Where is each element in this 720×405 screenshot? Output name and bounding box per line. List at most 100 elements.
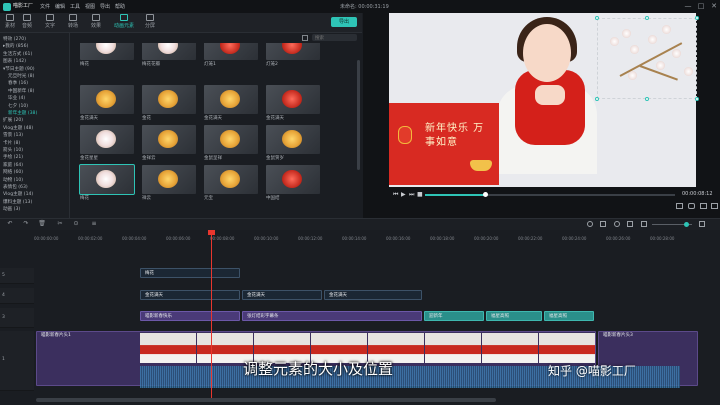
resize-handle[interactable]: [645, 16, 649, 20]
sidebar-item[interactable]: 七夕 (10): [8, 103, 28, 110]
sidebar-item[interactable]: 生活方式 (61): [3, 51, 32, 58]
selection-box[interactable]: [597, 18, 697, 99]
prev-frame-button[interactable]: ⏮: [393, 191, 398, 199]
tab-effects[interactable]: 效果: [86, 14, 106, 29]
sidebar-item[interactable]: 春季 (16): [8, 80, 28, 87]
element-thumbnail[interactable]: [80, 43, 134, 60]
sidebar-item[interactable]: 网络 (60): [3, 169, 23, 176]
menu-help[interactable]: 帮助: [115, 3, 125, 10]
element-thumbnail[interactable]: [142, 165, 196, 194]
tab-audio[interactable]: 音频: [17, 14, 37, 29]
clip-gold-flowers[interactable]: 金花满天: [324, 290, 422, 300]
library-search-input[interactable]: [312, 34, 357, 41]
zoom-in-icon[interactable]: [699, 221, 705, 227]
clip-gold-flowers[interactable]: 金花满天: [140, 290, 240, 300]
grid-view-icon[interactable]: [302, 35, 308, 41]
tab-elements[interactable]: 动画元素: [112, 14, 136, 29]
preview-progress-knob[interactable]: [483, 192, 488, 197]
resize-handle[interactable]: [595, 16, 599, 20]
sidebar-item[interactable]: 爆料主题 (13): [3, 199, 32, 206]
ruler-tick-label: 00:00:00:00: [34, 236, 59, 241]
sidebar-item[interactable]: ▸我的 (856): [3, 43, 28, 50]
timeline-scrollbar[interactable]: [36, 398, 496, 402]
split-button[interactable]: ✂: [56, 220, 64, 228]
resize-handle[interactable]: [645, 97, 649, 101]
clip-title-3[interactable]: 迎新年: [424, 311, 484, 321]
resize-handle[interactable]: [695, 16, 699, 20]
sidebar-item[interactable]: Vlog主题 (14): [3, 191, 33, 198]
fullscreen-icon[interactable]: [711, 203, 718, 209]
adjust-button[interactable]: ≡: [90, 220, 98, 228]
element-thumbnail[interactable]: [204, 165, 258, 194]
redo-button[interactable]: ↷: [22, 220, 30, 228]
play-button[interactable]: ▶: [401, 191, 406, 198]
zoom-slider-knob[interactable]: [684, 222, 689, 227]
element-thumbnail[interactable]: [204, 43, 258, 60]
next-frame-button[interactable]: ⏭: [409, 191, 414, 199]
sidebar-item[interactable]: 特效 (270): [3, 36, 26, 43]
sidebar-item[interactable]: 动画 (3): [3, 206, 20, 213]
mixer-icon[interactable]: [627, 221, 633, 227]
element-thumbnail[interactable]: [266, 43, 320, 60]
speed-button[interactable]: ⊙: [72, 220, 80, 228]
tab-transition[interactable]: 转场: [63, 14, 83, 29]
clip-gold-flowers[interactable]: 金花满天: [242, 290, 322, 300]
minimize-button[interactable]: —: [684, 2, 692, 10]
tab-splitscreen[interactable]: 分屏: [140, 14, 160, 29]
resize-handle[interactable]: [695, 97, 699, 101]
sidebar-item[interactable]: 手绘 (21): [3, 154, 23, 161]
sidebar-item[interactable]: 新年主题 (38): [8, 110, 37, 117]
sidebar-item[interactable]: 图表 (142): [3, 58, 26, 65]
display-icon[interactable]: [676, 203, 683, 209]
sidebar-item[interactable]: 元旦时光 (8): [8, 73, 34, 80]
library-scrollbar[interactable]: [357, 60, 360, 170]
element-thumbnail[interactable]: [266, 85, 320, 114]
sidebar-item[interactable]: 扩展 (20): [3, 117, 23, 124]
mic-icon[interactable]: [614, 221, 620, 227]
clip-title-1[interactable]: 喵影新春快乐: [140, 311, 240, 321]
sidebar-item[interactable]: 表情包 (63): [3, 184, 28, 191]
menu-export[interactable]: 导出: [100, 3, 110, 10]
export-button[interactable]: 导出: [331, 17, 357, 27]
menu-tools[interactable]: 工具: [70, 3, 80, 10]
render-icon[interactable]: [587, 221, 593, 227]
marker-icon[interactable]: [600, 221, 606, 227]
zoom-out-icon[interactable]: [641, 221, 647, 227]
sidebar-item[interactable]: 中国新年 (8): [8, 88, 34, 95]
undo-button[interactable]: ↶: [6, 220, 14, 228]
sidebar-item[interactable]: 箭头 (10): [3, 147, 23, 154]
menu-view[interactable]: 视图: [85, 3, 95, 10]
maximize-button[interactable]: □: [697, 2, 705, 10]
element-thumbnail[interactable]: [204, 125, 258, 154]
sidebar-item[interactable]: 雪景 (13): [3, 132, 23, 139]
stop-button[interactable]: ■: [417, 191, 423, 198]
close-button[interactable]: ✕: [710, 2, 718, 10]
sidebar-item[interactable]: ▾节日主题 (90): [3, 66, 35, 73]
element-thumbnail[interactable]: [266, 125, 320, 154]
element-thumbnail[interactable]: [79, 164, 135, 195]
element-thumbnail[interactable]: [80, 85, 134, 114]
sidebar-item[interactable]: 卡片 (8): [3, 140, 20, 147]
clip-title-5[interactable]: 福星高照: [544, 311, 594, 321]
element-thumbnail[interactable]: [204, 85, 258, 114]
element-thumbnail[interactable]: [142, 43, 196, 60]
sidebar-item[interactable]: 毕业 (4): [8, 95, 25, 102]
sidebar-item[interactable]: 家庭 (64): [3, 162, 23, 169]
clip-title-4[interactable]: 福星高照: [486, 311, 542, 321]
menu-edit[interactable]: 编辑: [55, 3, 65, 10]
element-thumbnail[interactable]: [142, 85, 196, 114]
menu-file[interactable]: 文件: [40, 3, 50, 10]
snapshot-icon[interactable]: [688, 203, 695, 209]
element-thumbnail[interactable]: [266, 165, 320, 194]
sidebar-item[interactable]: Vlog主题 (48): [3, 125, 33, 132]
element-thumbnail[interactable]: [142, 125, 196, 154]
clip-title-2[interactable]: 张灯结彩字幕条: [242, 311, 422, 321]
delete-button[interactable]: 🗑: [38, 220, 46, 228]
resize-handle[interactable]: [595, 97, 599, 101]
tab-text[interactable]: 文字: [40, 14, 60, 29]
volume-icon[interactable]: [700, 203, 707, 209]
element-thumbnail[interactable]: [80, 125, 134, 154]
sidebar-item[interactable]: 动物 (10): [3, 177, 23, 184]
playhead[interactable]: [211, 231, 212, 401]
clip-plum[interactable]: 梅花: [140, 268, 240, 278]
